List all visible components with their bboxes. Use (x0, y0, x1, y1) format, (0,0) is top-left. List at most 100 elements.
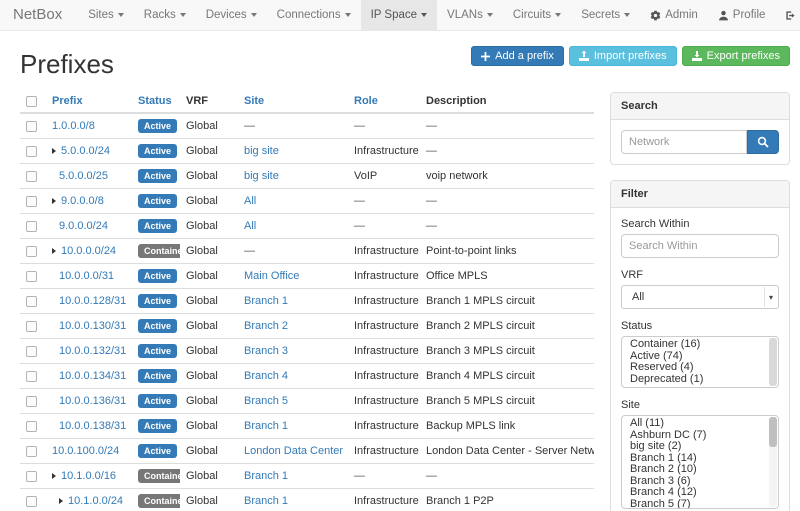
row-checkbox[interactable] (26, 146, 37, 157)
listbox-option[interactable]: Branch 4 (12) (622, 487, 778, 499)
listbox-option[interactable]: Reserved (4) (622, 362, 778, 374)
search-within-input[interactable] (621, 234, 779, 258)
site-link[interactable]: big site (244, 170, 279, 182)
row-checkbox[interactable] (26, 396, 37, 407)
row-checkbox[interactable] (26, 271, 37, 282)
prefix-link[interactable]: 10.0.0.0/31 (59, 270, 114, 282)
nav-item-racks[interactable]: Racks (134, 0, 196, 30)
listbox-option[interactable]: Container (16) (622, 339, 778, 351)
site-link[interactable]: All (244, 220, 256, 232)
prefix-link[interactable]: 10.0.100.0/24 (52, 445, 119, 457)
select-all-checkbox[interactable] (26, 96, 37, 107)
site-link[interactable]: big site (244, 145, 279, 157)
prefix-link[interactable]: 10.0.0.0/24 (61, 245, 116, 257)
description-value: — (420, 189, 594, 214)
description-value: Branch 5 MPLS circuit (420, 389, 594, 414)
vrf-label: VRF (621, 269, 779, 281)
caret-down-icon (345, 13, 351, 17)
prefix-link[interactable]: 9.0.0.0/24 (59, 220, 108, 232)
site-link[interactable]: Branch 1 (244, 495, 288, 507)
row-checkbox[interactable] (26, 296, 37, 307)
status-badge: Active (138, 344, 177, 358)
site-listbox[interactable]: All (11)Ashburn DC (7)big site (2)Branch… (621, 415, 779, 509)
brand-logo[interactable]: NetBox (13, 0, 62, 30)
vrf-select[interactable]: All ▾ (621, 285, 779, 309)
listbox-option[interactable]: Active (74) (622, 351, 778, 363)
row-checkbox[interactable] (26, 196, 37, 207)
row-checkbox[interactable] (26, 221, 37, 232)
site-link[interactable]: All (244, 195, 256, 207)
search-button[interactable] (747, 130, 779, 154)
role-value: Infrastructure (348, 264, 420, 289)
status-badge: Active (138, 394, 177, 408)
listbox-option[interactable]: Branch 1 (14) (622, 453, 778, 465)
import-prefixes-button[interactable]: Import prefixes (569, 46, 677, 66)
nav-item-ip-space[interactable]: IP Space (361, 0, 437, 30)
listbox-option[interactable]: big site (2) (622, 441, 778, 453)
nav-item-circuits[interactable]: Circuits (503, 0, 571, 30)
prefix-link[interactable]: 9.0.0.0/8 (61, 195, 104, 207)
row-checkbox[interactable] (26, 171, 37, 182)
site-link[interactable]: Branch 3 (244, 345, 288, 357)
column-header-role[interactable]: Role (354, 95, 378, 107)
scrollbar-thumb[interactable] (769, 338, 777, 386)
role-value: Infrastructure (348, 439, 420, 464)
nav-item-admin[interactable]: Admin (640, 0, 708, 30)
row-checkbox[interactable] (26, 421, 37, 432)
prefix-link[interactable]: 10.0.0.128/31 (59, 295, 126, 307)
nav-item-log-out[interactable]: Log out (775, 0, 800, 30)
row-checkbox[interactable] (26, 321, 37, 332)
prefix-link[interactable]: 10.0.0.130/31 (59, 320, 126, 332)
nav-item-devices[interactable]: Devices (196, 0, 267, 30)
prefix-link[interactable]: 1.0.0.0/8 (52, 120, 95, 132)
row-checkbox[interactable] (26, 446, 37, 457)
row-checkbox[interactable] (26, 246, 37, 257)
status-badge: Active (138, 444, 177, 458)
prefix-link[interactable]: 10.0.0.138/31 (59, 420, 126, 432)
nav-item-secrets[interactable]: Secrets (571, 0, 640, 30)
listbox-option[interactable]: Ashburn DC (7) (622, 430, 778, 442)
site-link[interactable]: Branch 5 (244, 395, 288, 407)
column-header-status[interactable]: Status (138, 95, 172, 107)
listbox-option[interactable]: Branch 5 (7) (622, 499, 778, 510)
row-checkbox[interactable] (26, 346, 37, 357)
site-link[interactable]: Branch 1 (244, 470, 288, 482)
status-badge: Container (138, 244, 180, 258)
row-checkbox[interactable] (26, 471, 37, 482)
vrf-value: Global (180, 264, 238, 289)
row-checkbox[interactable] (26, 121, 37, 132)
scrollbar-thumb[interactable] (769, 417, 777, 447)
listbox-option[interactable]: Deprecated (1) (622, 374, 778, 386)
prefix-link[interactable]: 5.0.0.0/25 (59, 170, 108, 182)
prefix-link[interactable]: 10.0.0.136/31 (59, 395, 126, 407)
site-link[interactable]: Branch 1 (244, 295, 288, 307)
listbox-option[interactable]: Branch 3 (6) (622, 476, 778, 488)
prefix-link[interactable]: 10.1.0.0/24 (68, 495, 123, 507)
listbox-option[interactable]: Branch 2 (10) (622, 464, 778, 476)
row-checkbox[interactable] (26, 371, 37, 382)
row-checkbox[interactable] (26, 496, 37, 507)
vrf-value: Global (180, 139, 238, 164)
role-value: Infrastructure (348, 289, 420, 314)
site-link[interactable]: London Data Center (244, 445, 343, 457)
add-prefix-button[interactable]: Add a prefix (471, 46, 564, 66)
site-link[interactable]: Branch 4 (244, 370, 288, 382)
status-listbox[interactable]: Container (16)Active (74)Reserved (4)Dep… (621, 336, 779, 388)
site-link[interactable]: Branch 1 (244, 420, 288, 432)
prefix-link[interactable]: 10.0.0.132/31 (59, 345, 126, 357)
prefix-link[interactable]: 5.0.0.0/24 (61, 145, 110, 157)
export-prefixes-button[interactable]: Export prefixes (682, 46, 790, 66)
prefix-link[interactable]: 10.0.0.134/31 (59, 370, 126, 382)
nav-item-sites[interactable]: Sites (78, 0, 134, 30)
listbox-option[interactable]: All (11) (622, 418, 778, 430)
nav-item-connections[interactable]: Connections (267, 0, 361, 30)
site-link[interactable]: Branch 2 (244, 320, 288, 332)
nav-item-profile[interactable]: Profile (708, 0, 776, 30)
site-cell: All (238, 189, 348, 214)
nav-item-vlans[interactable]: VLANs (437, 0, 503, 30)
site-link[interactable]: Main Office (244, 270, 299, 282)
column-header-site[interactable]: Site (244, 95, 264, 107)
column-header-prefix[interactable]: Prefix (52, 95, 83, 107)
search-input[interactable] (621, 130, 747, 154)
prefix-link[interactable]: 10.1.0.0/16 (61, 470, 116, 482)
